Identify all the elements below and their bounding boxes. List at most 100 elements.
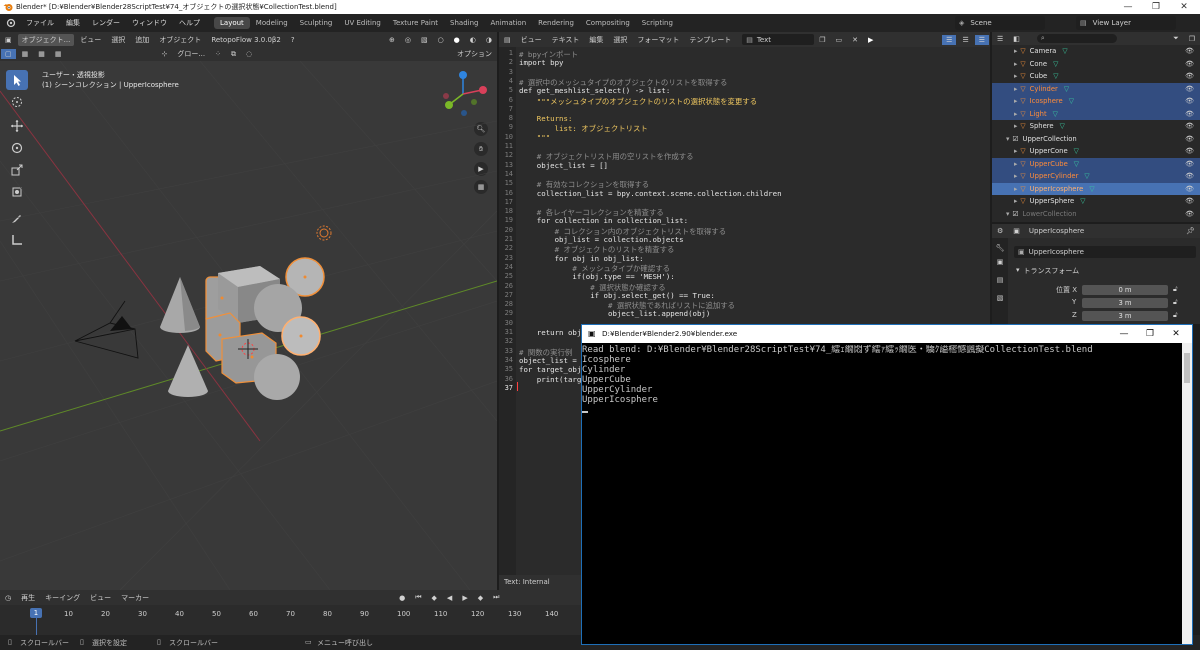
proportional-edit-icon[interactable]: ◌	[242, 49, 256, 59]
viewport-overlay-icon[interactable]: ◎	[401, 35, 415, 45]
location-y-field[interactable]: 3 m	[1082, 298, 1168, 308]
mesh-data-icon[interactable]: ▽	[1053, 110, 1058, 118]
outliner-item[interactable]: ▸ ▽ Cube ▽ 👁︎	[992, 70, 1200, 83]
display-mode-icon[interactable]: ◧	[1009, 34, 1024, 44]
chevron-right-icon[interactable]: ▸	[1014, 85, 1017, 93]
tab-texture-paint[interactable]: Texture Paint	[387, 17, 444, 29]
minimize-button[interactable]: —	[1114, 0, 1142, 14]
retopoflow-menu[interactable]: RetopoFlow 3.0.0β2	[207, 35, 285, 45]
shading-wire-icon[interactable]: ○	[434, 35, 448, 45]
mesh-data-icon[interactable]: ▽	[1089, 185, 1094, 193]
outliner-item[interactable]: ▸ ▽ Sphere ▽ 👁︎	[992, 120, 1200, 133]
mesh-data-icon[interactable]: ▽	[1084, 172, 1089, 180]
chevron-right-icon[interactable]: ▸	[1014, 122, 1017, 130]
visibility-eye-icon[interactable]: 👁︎	[1185, 172, 1194, 180]
mesh-data-icon[interactable]: ▽	[1074, 160, 1079, 168]
snap-icon[interactable]: ⧉	[227, 49, 240, 60]
chevron-right-icon[interactable]: ▸	[1014, 110, 1017, 118]
lock-x-icon[interactable]: 🔓︎	[1173, 285, 1178, 294]
new-text-icon[interactable]: ❐	[815, 35, 829, 45]
editor-type-icon[interactable]: ⚙	[993, 226, 1007, 236]
view-layer-tab-icon[interactable]: ▧	[992, 294, 1008, 312]
line-numbers-toggle-icon[interactable]: ☰	[942, 34, 957, 45]
editor-menu-select[interactable]: 選択	[609, 34, 631, 46]
mesh-data-icon[interactable]: ▽	[1053, 72, 1058, 80]
menu-help[interactable]: ヘルプ	[173, 18, 206, 28]
lock-y-icon[interactable]: 🔓︎	[1173, 298, 1178, 307]
chevron-right-icon[interactable]: ▸	[1014, 160, 1017, 168]
visibility-eye-icon[interactable]: 👁︎	[1185, 97, 1194, 105]
filter-icon[interactable]: ⏷	[1169, 33, 1183, 44]
mesh-data-icon[interactable]: ▽	[1069, 97, 1074, 105]
collection-checkbox-icon[interactable]: ☑	[1012, 135, 1018, 143]
shading-render-icon[interactable]: ◑	[482, 35, 496, 45]
visibility-eye-icon[interactable]: 👁︎	[1185, 135, 1194, 143]
location-z-field[interactable]: 3 m	[1082, 311, 1168, 321]
editor-menu-view[interactable]: ビュー	[517, 34, 546, 46]
console-scroll-thumb[interactable]	[1184, 353, 1190, 383]
visibility-eye-icon[interactable]: 👁︎	[1185, 110, 1194, 118]
visibility-eye-icon[interactable]: 👁︎	[1185, 185, 1194, 193]
transform-panel-header[interactable]: ▾ トランスフォーム	[1016, 266, 1079, 276]
chevron-right-icon[interactable]: ▸	[1014, 147, 1017, 155]
viewport-gizmo-icon[interactable]: ⊕	[385, 35, 399, 45]
outliner-search-input[interactable]: ⌕	[1036, 34, 1117, 43]
console-scrollbar[interactable]	[1182, 343, 1192, 644]
visibility-eye-icon[interactable]: 👁︎	[1185, 197, 1194, 205]
console-minimize-button[interactable]: —	[1112, 325, 1136, 343]
chevron-right-icon[interactable]: ▸	[1014, 97, 1017, 105]
tool-tab-icon[interactable]: 🔧︎	[992, 238, 1008, 258]
chevron-right-icon[interactable]: ▸	[1014, 72, 1017, 80]
visibility-eye-icon[interactable]: 👁︎	[1185, 72, 1194, 80]
mesh-data-icon[interactable]: ▽	[1064, 85, 1069, 93]
menu-window[interactable]: ウィンドウ	[126, 18, 173, 28]
outliner-item[interactable]: ▸ ▽ UpperCylinder ▽ 👁︎	[992, 170, 1200, 183]
tab-modeling[interactable]: Modeling	[250, 17, 294, 29]
tab-shading[interactable]: Shading	[444, 17, 484, 29]
visibility-eye-icon[interactable]: 👁︎	[1185, 122, 1194, 130]
mesh-data-icon[interactable]: ▽	[1074, 147, 1079, 155]
outliner-item[interactable]: ▸ ▽ Light ▽ 👁︎	[992, 107, 1200, 120]
transform-orientation-dropdown[interactable]: グロー...	[173, 48, 209, 60]
console-output[interactable]: Read blend: D:¥Blender¥Blender28ScriptTe…	[582, 343, 1182, 646]
options-dropdown[interactable]: オプション	[453, 48, 496, 60]
mesh-data-icon[interactable]: ▽	[1053, 60, 1058, 68]
help-icon[interactable]: ?	[287, 35, 299, 45]
editor-menu-text[interactable]: テキスト	[548, 34, 584, 46]
tab-compositing[interactable]: Compositing	[580, 17, 636, 29]
location-x-field[interactable]: 0 m	[1082, 285, 1168, 295]
timeline-ruler[interactable]: 10 20 30 40 50 60 70 80 90 100 110 120 130 140	[0, 590, 581, 635]
visibility-eye-icon[interactable]: 👁︎	[1185, 147, 1194, 155]
viewport-menu-add[interactable]: 追加	[131, 34, 153, 46]
tab-uv-editing[interactable]: UV Editing	[338, 17, 387, 29]
chevron-right-icon[interactable]: ▸	[1014, 197, 1017, 205]
outliner[interactable]: ☰ ◧ ⌕ ⏷ ❐ ▸ ▽ Camera ▽ 👁︎ ▸ ▽ Cone ▽ 👁︎ ▸ ▽ Cube ▽ 👁︎ ▸…	[992, 32, 1200, 222]
shading-material-icon[interactable]: ◐	[466, 35, 480, 45]
outliner-item[interactable]: ▸ ▽ UpperCube ▽ 👁︎	[992, 157, 1200, 170]
run-script-icon[interactable]: ▶	[864, 35, 877, 45]
tab-animation[interactable]: Animation	[484, 17, 532, 29]
outliner-item[interactable]: ▾ ☑ LowerCollection 👁︎	[992, 208, 1200, 221]
unlink-text-icon[interactable]: ✕	[848, 35, 862, 45]
visibility-eye-icon[interactable]: 👁︎	[1185, 210, 1194, 218]
tab-scripting[interactable]: Scripting	[636, 17, 679, 29]
shading-solid-icon[interactable]: ●	[450, 35, 464, 45]
pin-icon[interactable]: 📌︎	[1182, 226, 1199, 236]
maximize-button[interactable]: ❐	[1142, 0, 1170, 14]
chevron-right-icon[interactable]: ▸	[1014, 185, 1017, 193]
word-wrap-toggle-icon[interactable]: ☰	[958, 35, 972, 45]
visibility-eye-icon[interactable]: 👁︎	[1185, 47, 1194, 55]
visibility-eye-icon[interactable]: 👁︎	[1185, 160, 1194, 168]
select-mode-subtract-icon[interactable]: ▦	[51, 49, 66, 59]
editor-menu-templates[interactable]: テンプレート	[685, 34, 735, 46]
select-mode-new-icon[interactable]: ▦	[18, 49, 33, 59]
select-mode-extend-icon[interactable]: ▦	[34, 49, 49, 59]
viewport-menu-view[interactable]: ビュー	[76, 34, 105, 46]
close-button[interactable]: ✕	[1170, 0, 1198, 14]
chevron-down-icon[interactable]: ▾	[1006, 135, 1009, 143]
chevron-right-icon[interactable]: ▸	[1014, 60, 1017, 68]
menu-file[interactable]: ファイル	[20, 18, 60, 28]
lock-z-icon[interactable]: 🔓︎	[1173, 311, 1178, 320]
console-window[interactable]: ▣ D:¥Blender¥Blender2.90¥blender.exe — ❐…	[581, 324, 1193, 645]
outliner-item[interactable]: ▾ ☑ UpperCollection 👁︎	[992, 133, 1200, 146]
